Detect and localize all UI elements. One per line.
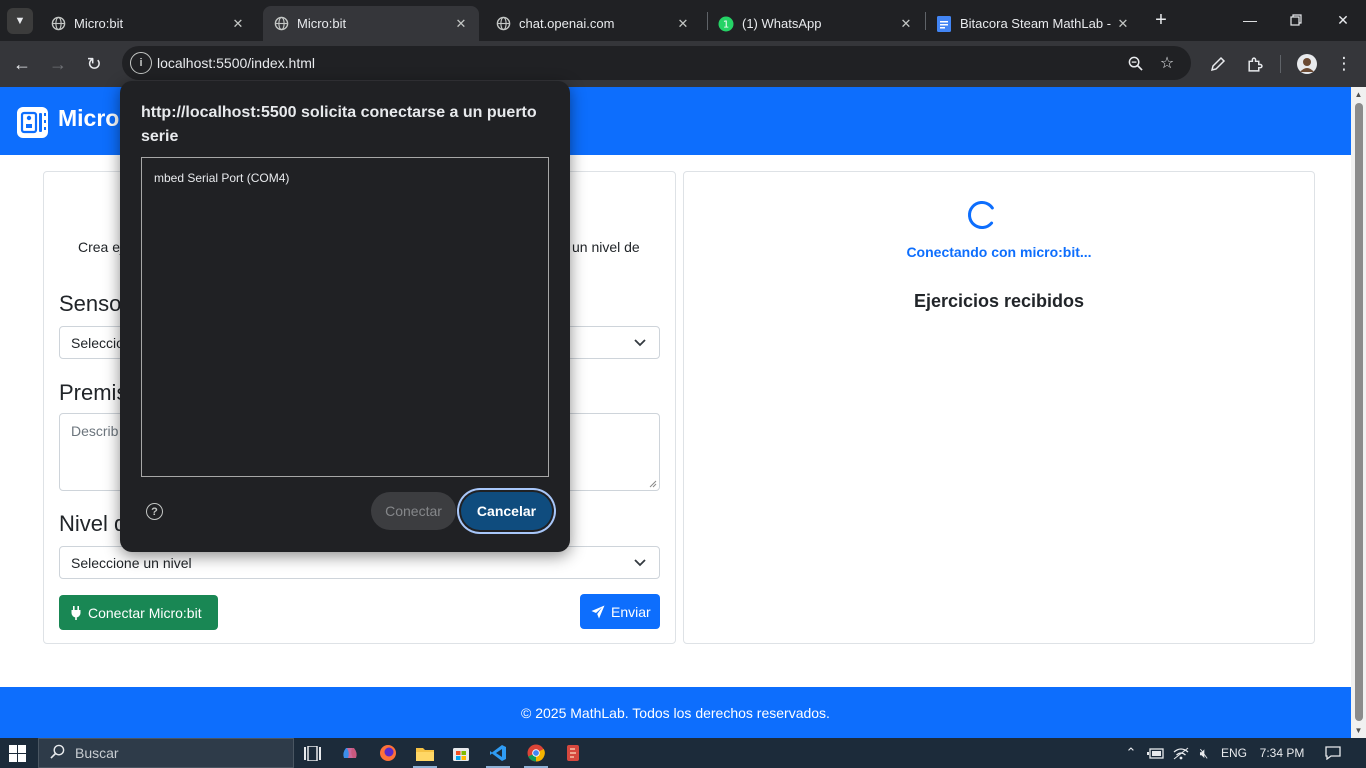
- tab-title: (1) WhatsApp: [742, 16, 822, 31]
- url-text: localhost:5500/index.html: [157, 55, 315, 71]
- new-tab-button[interactable]: +: [1150, 9, 1172, 31]
- dialog-title: http://localhost:5500 solicita conectars…: [141, 104, 537, 145]
- back-arrow-icon[interactable]: ←: [9, 51, 35, 77]
- premise-placeholder: Describ: [71, 423, 119, 439]
- site-info-icon[interactable]: i: [130, 52, 152, 74]
- help-icon[interactable]: ?: [146, 503, 163, 520]
- microbit-board-icon: [17, 107, 48, 138]
- restore-icon[interactable]: [1273, 0, 1319, 40]
- footer-text: © 2025 MathLab. Todos los derechos reser…: [521, 704, 830, 721]
- intro-text-left: Crea ej: [78, 239, 124, 255]
- globe-icon: [273, 16, 289, 32]
- premise-heading: Premis: [59, 380, 128, 405]
- notifications-icon[interactable]: [1322, 738, 1344, 768]
- reload-icon[interactable]: ↻: [81, 51, 107, 77]
- windows-start-icon[interactable]: [9, 745, 26, 762]
- profile-avatar[interactable]: [1294, 51, 1320, 77]
- tab-title: Micro:bit: [297, 16, 347, 31]
- close-window-icon[interactable]: ✕: [1320, 0, 1366, 40]
- more-menu-icon[interactable]: ⋮: [1331, 51, 1357, 77]
- vscode-icon[interactable]: [486, 741, 510, 765]
- language-indicator[interactable]: ENG: [1218, 738, 1250, 768]
- send-icon: [591, 605, 605, 619]
- battery-icon[interactable]: [1145, 738, 1165, 768]
- tab-title: Micro:bit: [74, 16, 124, 31]
- level-heading: Nivel d: [59, 511, 127, 536]
- resize-grip-icon[interactable]: [649, 480, 657, 488]
- whatsapp-icon: 1: [718, 16, 734, 32]
- toolbar-separator: [1280, 55, 1281, 73]
- tab-title: Bitacora Steam MathLab - D: [960, 16, 1115, 31]
- browser-tab-bar: ▼ Micro:bit ✕ Micro:bit ✕ chat.openai.co…: [0, 0, 1366, 41]
- forward-arrow-icon[interactable]: →: [45, 51, 71, 77]
- globe-icon: [50, 16, 66, 32]
- app-icon[interactable]: [561, 741, 585, 765]
- send-button-label: Enviar: [611, 603, 651, 620]
- tray-overflow-icon[interactable]: ⌃: [1122, 738, 1140, 768]
- tab-whatsapp[interactable]: 1 (1) WhatsApp ✕: [708, 6, 924, 41]
- tab-bitacora-docs[interactable]: Bitacora Steam MathLab - D ✕: [926, 6, 1141, 41]
- sensor-select-value: Seleccio: [71, 335, 124, 351]
- close-icon[interactable]: ✕: [675, 16, 691, 32]
- chevron-down-icon: [634, 559, 646, 567]
- microsoft-store-icon[interactable]: [449, 741, 473, 765]
- intro-text-right: un nivel de: [572, 239, 640, 255]
- search-placeholder: Buscar: [75, 745, 119, 761]
- received-heading: Ejercicios recibidos: [913, 291, 1085, 311]
- close-icon[interactable]: ✕: [230, 16, 246, 32]
- search-icon: [50, 744, 65, 762]
- scroll-down-arrow-icon[interactable]: ▼: [1354, 726, 1363, 735]
- close-icon[interactable]: ✕: [1115, 16, 1131, 32]
- site-footer: © 2025 MathLab. Todos los derechos reser…: [0, 687, 1351, 738]
- clock-time[interactable]: 7:34 PM: [1255, 738, 1309, 768]
- wifi-icon[interactable]: [1171, 738, 1191, 768]
- minimize-icon[interactable]: —: [1227, 0, 1273, 40]
- taskbar-search-box[interactable]: Buscar: [38, 738, 294, 768]
- chrome-icon[interactable]: [524, 741, 548, 765]
- chevron-down-icon: [634, 339, 646, 347]
- sensor-heading: Sensor: [59, 291, 129, 316]
- serial-port-permission-dialog: http://localhost:5500 solicita conectars…: [120, 81, 570, 552]
- tab-microbit-1[interactable]: Micro:bit ✕: [40, 6, 256, 41]
- serial-port-item[interactable]: mbed Serial Port (COM4): [154, 171, 289, 185]
- dialog-cancel-button[interactable]: Cancelar: [461, 492, 552, 530]
- tab-microbit-2-active[interactable]: Micro:bit ✕: [263, 6, 479, 41]
- brand-title[interactable]: Micro:: [58, 105, 127, 132]
- globe-icon: [495, 16, 511, 32]
- serial-port-list[interactable]: mbed Serial Port (COM4): [141, 157, 549, 477]
- extensions-icon[interactable]: [1241, 51, 1267, 77]
- connect-microbit-button[interactable]: Conectar Micro:bit: [59, 595, 218, 630]
- firefox-icon[interactable]: [376, 741, 400, 765]
- tab-search-button[interactable]: ▼: [7, 8, 33, 34]
- send-button[interactable]: Enviar: [580, 594, 660, 629]
- file-explorer-icon[interactable]: [413, 741, 437, 765]
- bookmark-star-icon[interactable]: ☆: [1156, 52, 1178, 74]
- google-docs-icon: [936, 15, 952, 32]
- address-bar[interactable]: i localhost:5500/index.html ☆: [122, 46, 1191, 80]
- volume-muted-icon[interactable]: 🔇︎: [1194, 738, 1214, 768]
- scroll-up-arrow-icon[interactable]: ▲: [1354, 90, 1363, 99]
- level-select-value: Seleccione un nivel: [71, 555, 192, 571]
- pen-icon[interactable]: [1205, 51, 1231, 77]
- windows-taskbar: Buscar ⌃ 🔇︎ ENG 7:34 PM: [0, 738, 1366, 768]
- close-icon[interactable]: ✕: [453, 16, 469, 32]
- page-scrollbar[interactable]: ▲ ▼: [1351, 87, 1366, 738]
- plug-icon: [70, 605, 82, 620]
- dialog-connect-button[interactable]: Conectar: [371, 492, 456, 530]
- tab-title: chat.openai.com: [519, 16, 615, 31]
- connection-status: Conectando con micro:bit...: [906, 244, 1092, 260]
- copilot-icon[interactable]: [338, 741, 362, 765]
- task-view-icon[interactable]: [300, 741, 324, 765]
- svg-text:1: 1: [723, 19, 729, 30]
- connect-button-label: Conectar Micro:bit: [88, 604, 202, 621]
- received-exercises-card: Conectando con micro:bit... Ejercicios r…: [683, 171, 1315, 644]
- tab-chat-openai[interactable]: chat.openai.com ✕: [485, 6, 701, 41]
- close-icon[interactable]: ✕: [898, 16, 914, 32]
- scroll-thumb[interactable]: [1355, 103, 1363, 721]
- zoom-icon[interactable]: [1124, 52, 1146, 74]
- loading-spinner-icon: [968, 201, 996, 229]
